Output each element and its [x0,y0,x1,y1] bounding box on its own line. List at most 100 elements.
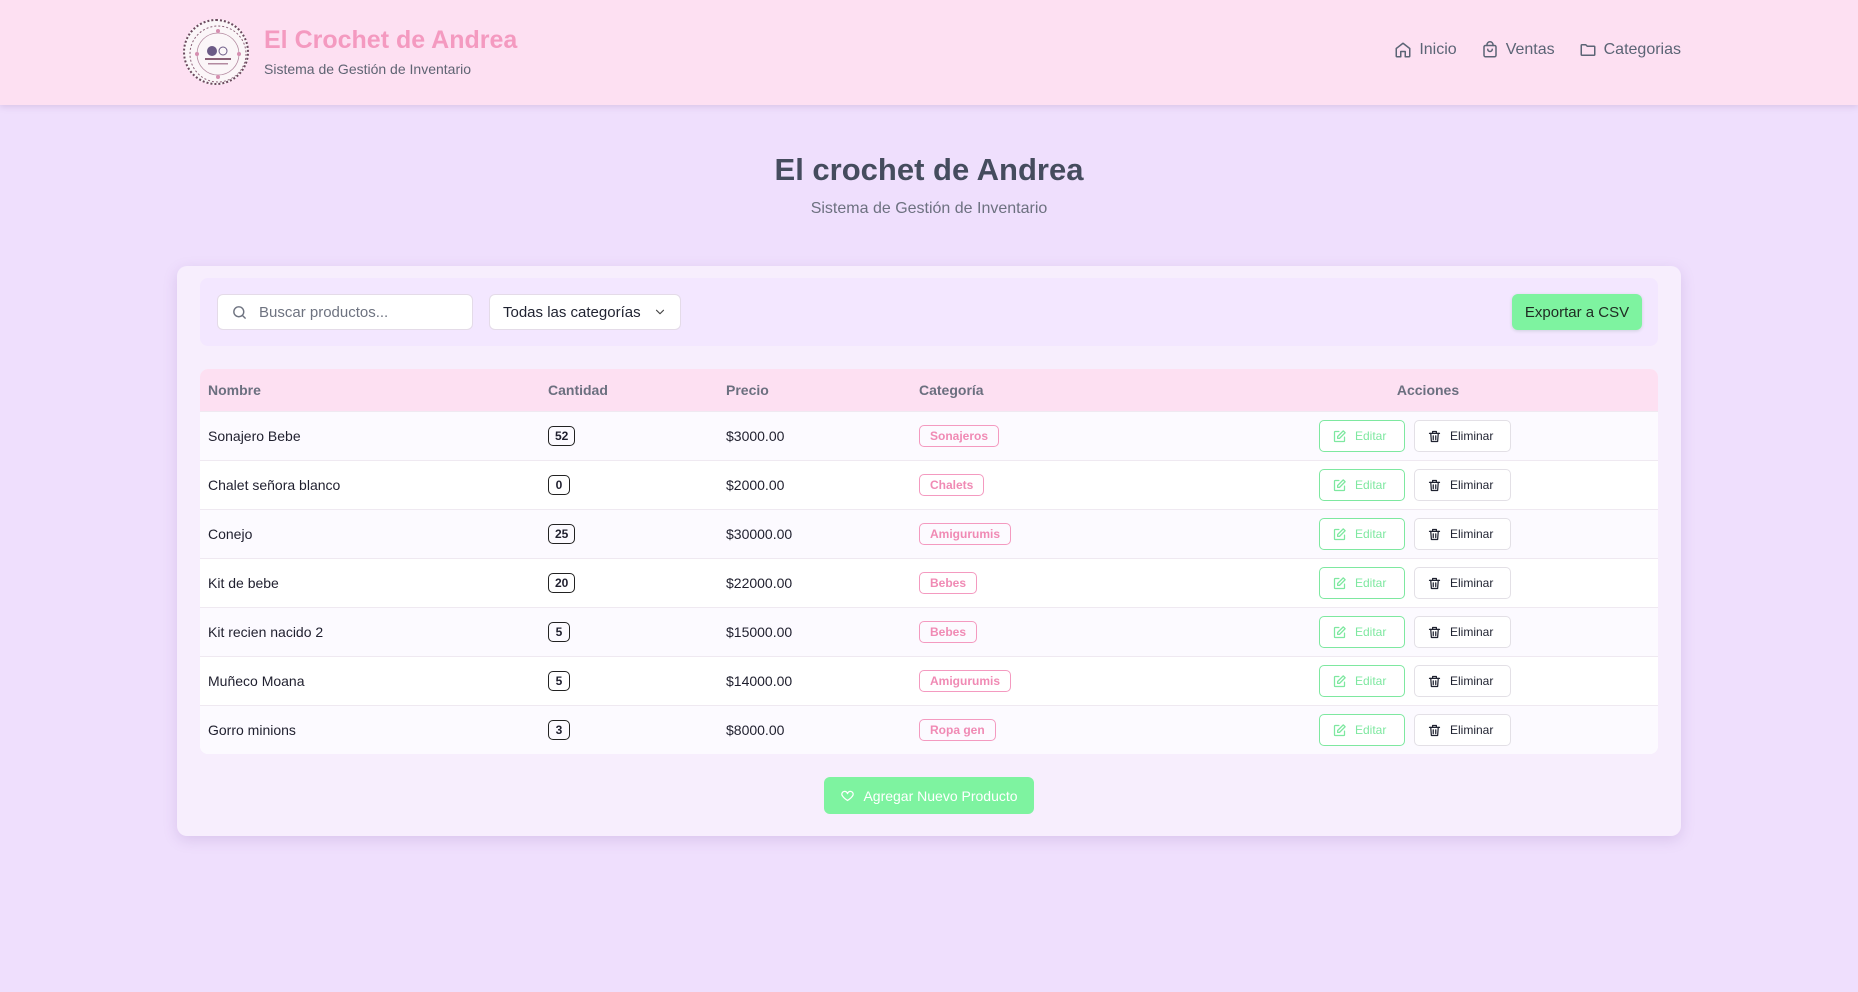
brand-title: El Crochet de Andrea [264,26,518,55]
search-input[interactable] [259,303,459,321]
product-name: Gorro minions [208,722,296,738]
top-navbar: El Crochet de Andrea Sistema de Gestión … [0,0,1858,105]
edit-icon [1333,478,1346,491]
export-csv-button[interactable]: Exportar a CSV [1512,294,1642,330]
delete-button[interactable]: Eliminar [1414,714,1511,746]
product-name: Chalet señora blanco [208,477,341,493]
delete-button[interactable]: Eliminar [1414,420,1511,452]
products-table: Nombre Cantidad Precio Categoría Accione… [200,369,1658,754]
table-row: Kit recien nacido 2 5 $15000.00 Bebes Editar… [200,607,1658,656]
quantity-badge: 0 [548,475,570,495]
quantity-badge: 5 [548,622,570,642]
edit-button[interactable]: Editar [1319,567,1405,599]
folder-icon [1580,44,1596,56]
nav-label: Inicio [1419,41,1457,58]
delete-label: Eliminar [1450,429,1494,443]
crochet-logo-icon [183,19,249,85]
search-box[interactable] [217,294,473,330]
quantity-badge: 5 [548,671,570,691]
edit-button[interactable]: Editar [1319,469,1405,501]
table-row: Sonajero Bebe 52 $3000.00 Sonajeros Editar El… [200,411,1658,460]
table-row: Kit de bebe 20 $22000.00 Bebes Editar Elimina… [200,558,1658,607]
header-price[interactable]: Precio [726,382,919,398]
trash-icon [1428,528,1441,540]
delete-label: Eliminar [1450,478,1494,492]
product-price: $14000.00 [726,673,793,689]
brand[interactable]: El Crochet de Andrea Sistema de Gestión … [183,19,517,85]
table-row: Conejo 25 $30000.00 Amigurumis Editar Elimina… [200,509,1658,558]
trash-icon [1428,479,1441,491]
delete-label: Eliminar [1450,576,1494,590]
brand-subtitle: Sistema de Gestión de Inventario [264,60,472,77]
nav-item-ventas[interactable]: Ventas [1481,41,1555,59]
product-price: $2000.00 [726,477,785,493]
trash-icon [1428,577,1441,589]
edit-icon [1333,527,1346,540]
header-qty[interactable]: Cantidad [548,382,726,398]
table-header: Nombre Cantidad Precio Categoría Accione… [200,369,1658,411]
delete-button[interactable]: Eliminar [1414,567,1511,599]
product-price: $22000.00 [726,575,793,591]
trash-icon [1428,724,1441,736]
add-product-label: Agregar Nuevo Producto [863,787,1018,804]
nav-item-categorias[interactable]: Categorias [1579,41,1681,59]
edit-button[interactable]: Editar [1319,518,1405,550]
trash-icon [1428,430,1441,442]
edit-label: Editar [1355,478,1387,492]
edit-label: Editar [1355,527,1387,541]
delete-button[interactable]: Eliminar [1414,518,1511,550]
edit-label: Editar [1355,625,1387,639]
product-price: $8000.00 [726,722,785,738]
category-badge: Ropa gen [919,719,996,741]
header-actions: Acciones [1396,382,1460,398]
edit-icon [1333,674,1346,687]
delete-label: Eliminar [1450,674,1494,688]
category-select-value: Todas las categorías [503,303,641,321]
edit-button[interactable]: Editar [1319,665,1405,697]
category-badge: Amigurumis [919,523,1012,545]
quantity-badge: 25 [548,524,576,544]
home-icon [1395,42,1411,58]
edit-icon [1333,723,1346,736]
category-badge: Amigurumis [919,670,1012,692]
delete-button[interactable]: Eliminar [1414,616,1511,648]
edit-label: Editar [1355,429,1387,443]
trash-icon [1428,626,1441,638]
nav-item-inicio[interactable]: Inicio [1394,41,1457,59]
category-badge: Bebes [919,572,978,594]
product-name: Kit de bebe [208,575,279,591]
edit-button[interactable]: Editar [1319,714,1405,746]
table-row: Muñeco Moana 5 $14000.00 Amigurumis Editar El… [200,656,1658,705]
delete-label: Eliminar [1450,625,1494,639]
edit-icon [1333,625,1346,638]
edit-label: Editar [1355,674,1387,688]
category-badge: Chalets [919,474,985,496]
header-category[interactable]: Categoría [919,382,1198,398]
filter-toolbar: Todas las categorías Exportar a CSV [200,278,1658,346]
quantity-badge: 3 [548,720,570,740]
product-price: $15000.00 [726,624,793,640]
shopping-bag-icon [1482,41,1497,58]
heart-icon [841,790,855,802]
delete-label: Eliminar [1450,723,1494,737]
main-nav: Inicio Ventas Categorias [1394,41,1681,59]
edit-button[interactable]: Editar [1319,616,1405,648]
edit-icon [1333,576,1346,589]
product-price: $3000.00 [726,428,785,444]
edit-label: Editar [1355,576,1387,590]
quantity-badge: 20 [548,573,576,593]
header-name[interactable]: Nombre [200,382,548,398]
edit-button[interactable]: Editar [1319,420,1405,452]
search-icon [233,305,246,319]
add-product-button[interactable]: Agregar Nuevo Producto [824,777,1034,814]
product-name: Conejo [208,526,253,542]
delete-button[interactable]: Eliminar [1414,469,1511,501]
edit-icon [1333,429,1346,442]
product-name: Kit recien nacido 2 [208,624,324,640]
nav-label: Categorias [1603,41,1681,58]
category-badge: Bebes [919,621,978,643]
edit-label: Editar [1355,723,1387,737]
category-select[interactable]: Todas las categorías [489,294,681,330]
product-name: Muñeco Moana [208,673,305,689]
delete-button[interactable]: Eliminar [1414,665,1511,697]
